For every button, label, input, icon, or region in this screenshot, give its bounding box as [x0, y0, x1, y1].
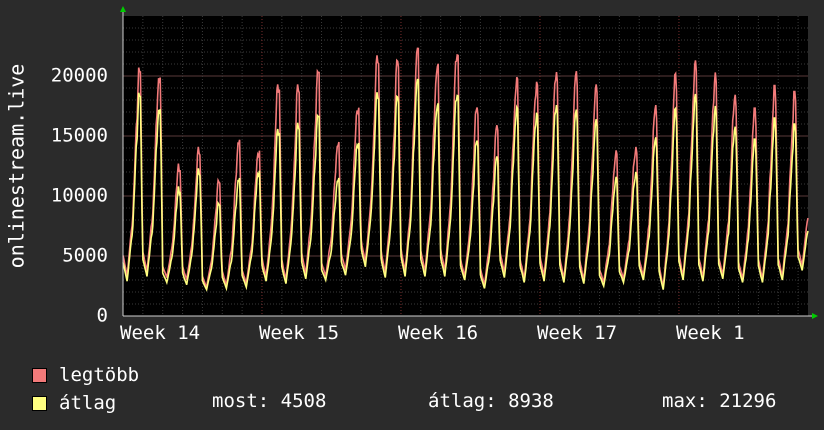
- y-axis-label: onlinestream.live: [5, 64, 29, 269]
- y-tick-label: 0: [97, 305, 108, 327]
- y-tick-label: 20000: [51, 65, 108, 87]
- x-axis-arrow-icon: [812, 313, 818, 319]
- x-tick-label: Week 14: [120, 322, 200, 344]
- x-tick-label: Week 16: [398, 322, 478, 344]
- y-tick-label: 10000: [51, 185, 108, 207]
- x-tick-labels: Week 14 Week 15 Week 16 Week 17 Week 1: [120, 322, 745, 344]
- x-tick-label: Week 15: [259, 322, 339, 344]
- legend-item-atlag: átlag: [32, 392, 117, 414]
- y-tick-label: 15000: [51, 125, 108, 147]
- y-axis-arrow-icon: [120, 6, 126, 12]
- legend-swatch-legtobb: [32, 367, 47, 383]
- x-tick-label: Week 1: [676, 322, 745, 344]
- legend-label-atlag: átlag: [59, 392, 117, 414]
- legend-swatch-atlag: [32, 395, 47, 411]
- stat-max: max: 21296: [662, 390, 777, 412]
- y-tick-labels: 0 5000 10000 15000 20000: [51, 65, 108, 327]
- y-tick-label: 5000: [62, 245, 108, 267]
- stat-now: most: 4508: [212, 390, 327, 412]
- legend-label-legtobb: legtöbb: [59, 364, 140, 386]
- legend-item-legtobb: legtöbb: [32, 364, 140, 386]
- stat-average: átlag: 8938: [428, 390, 554, 412]
- x-tick-label: Week 17: [537, 322, 617, 344]
